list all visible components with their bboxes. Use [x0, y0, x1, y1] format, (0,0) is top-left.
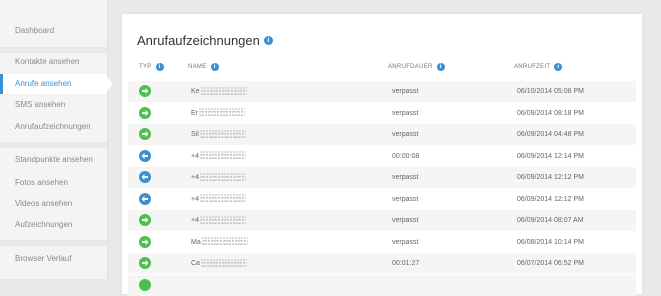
column-header-type-label: TYP	[139, 64, 152, 70]
outgoing-call-icon	[139, 85, 151, 97]
sidebar-item-sms[interactable]: SMS ansehen	[0, 95, 107, 115]
outgoing-call-icon	[139, 128, 151, 140]
sidebar-item-dashboard[interactable]: Dashboard	[0, 21, 107, 41]
column-header-time-label: ANRUFZEIT	[514, 64, 551, 70]
call-duration: verpasst	[392, 238, 419, 246]
call-duration: 00:00:08	[392, 152, 420, 160]
caller-name: +4	[191, 189, 246, 210]
caller-name-text: Er	[191, 109, 198, 117]
caller-name-text: +4	[191, 152, 199, 160]
redacted-name-mask	[199, 129, 246, 139]
redacted-name-mask	[199, 172, 246, 182]
sidebar-item-anrufe[interactable]: Anrufe ansehen	[0, 74, 113, 94]
info-icon[interactable]: i	[436, 63, 445, 71]
sidebar-item-aufzeichnungen[interactable]: Aufzeichnungen	[0, 215, 107, 235]
incoming-call-icon	[139, 192, 151, 205]
column-header-type[interactable]: TYP i	[139, 63, 164, 71]
caller-name-text: Ca	[191, 260, 200, 267]
sidebar-divider	[0, 240, 107, 246]
caller-name: +4	[191, 146, 246, 167]
redacted-name-mask	[201, 237, 248, 247]
caller-name: +4	[191, 167, 246, 188]
column-header-name[interactable]: NAME i	[188, 63, 219, 71]
table-row[interactable]: +4 verpasst 06/09/2014 12:12 PM	[128, 167, 636, 188]
column-header-time[interactable]: ANRUFZEIT i	[514, 63, 563, 71]
table-row[interactable]: Sil verpasst 06/09/2014 04:48 PM	[128, 124, 636, 145]
sidebar-item-kontakte[interactable]: Kontakte ansehen	[0, 52, 107, 72]
call-duration: verpasst	[392, 174, 419, 181]
caller-name: Ke	[191, 81, 247, 102]
call-time: 06/09/2014 12:12 PM	[517, 174, 584, 181]
column-header-duration[interactable]: ANRUFDAUER i	[388, 63, 445, 71]
outgoing-call-icon	[139, 106, 151, 119]
redacted-name-mask	[199, 215, 246, 225]
call-duration: 00:01:27	[392, 260, 420, 267]
call-time: 06/09/2014 04:48 PM	[517, 131, 584, 138]
table-row[interactable]: Ke verpasst 06/10/2014 05:08 PM	[128, 81, 636, 102]
caller-name: Sil	[191, 124, 246, 145]
table-row[interactable]: +4 00:00:08 06/09/2014 12:14 PM	[128, 146, 636, 167]
outgoing-call-icon	[139, 235, 151, 248]
call-log-panel: Anrufaufzeichnungen i TYP i NAME i ANRUFDA…	[121, 13, 643, 296]
table-row[interactable]	[128, 274, 636, 296]
caller-name: Ma	[191, 232, 248, 253]
call-time: 06/09/2014 08:18 PM	[517, 109, 584, 117]
sidebar-item-standpunkte[interactable]: Standpunkte ansehen	[0, 150, 107, 170]
sidebar-divider	[0, 142, 107, 148]
call-time: 06/09/2014 12:12 PM	[517, 195, 584, 203]
caller-name: Er	[191, 103, 245, 124]
call-duration: verpasst	[392, 131, 419, 138]
caller-name-text: Ma	[191, 238, 201, 246]
table-row[interactable]: +4 verpasst 06/09/2014 12:12 PM	[128, 189, 636, 210]
incoming-call-icon	[139, 149, 151, 162]
info-icon[interactable]: i	[155, 63, 164, 71]
call-time: 06/09/2014 08:07 AM	[517, 217, 584, 224]
info-icon[interactable]: i	[210, 63, 219, 71]
call-time: 06/09/2014 12:14 PM	[517, 152, 584, 160]
redacted-name-mask	[199, 194, 246, 204]
call-time: 06/08/2014 10:14 PM	[517, 238, 584, 246]
page-title-text: Anrufaufzeichnungen	[137, 33, 260, 48]
caller-name-text: +4	[191, 217, 199, 224]
caller-name-text: Sil	[191, 131, 199, 138]
info-icon[interactable]: i	[263, 36, 273, 45]
redacted-name-mask	[199, 108, 245, 118]
sidebar-item-browser-verlauf[interactable]: Browser Verlauf	[0, 249, 107, 269]
outgoing-call-icon	[139, 257, 151, 269]
caller-name: Ca	[191, 253, 247, 274]
page-title: Anrufaufzeichnungen i	[137, 33, 273, 48]
caller-name-text: +4	[191, 174, 199, 181]
caller-name: +4	[191, 210, 246, 231]
incoming-call-icon	[139, 171, 151, 183]
sidebar: Dashboard Kontakte ansehen Anrufe ansehe…	[0, 0, 113, 279]
call-duration: verpasst	[392, 195, 419, 203]
call-duration: verpasst	[392, 217, 419, 224]
sidebar-item-videos[interactable]: Videos ansehen	[0, 194, 107, 214]
redacted-name-mask	[200, 258, 247, 268]
table-row[interactable]: Ma verpasst 06/08/2014 10:14 PM	[128, 232, 636, 253]
table-row[interactable]: +4 verpasst 06/09/2014 08:07 AM	[128, 210, 636, 231]
call-duration: verpasst	[392, 88, 419, 95]
redacted-name-mask	[200, 86, 247, 96]
sidebar-item-anrufaufzeichnungen[interactable]: Anrufaufzeichnungen	[0, 117, 107, 137]
table-row[interactable]: Er verpasst 06/09/2014 08:18 PM	[128, 103, 636, 124]
caller-name-text: Ke	[191, 88, 200, 95]
sidebar-item-fotos[interactable]: Fotos ansehen	[0, 173, 107, 193]
outgoing-call-icon	[139, 278, 151, 291]
column-header-name-label: NAME	[188, 64, 207, 70]
table-row[interactable]: Ca 00:01:27 06/07/2014 06:52 PM	[128, 253, 636, 274]
info-icon[interactable]: i	[554, 63, 563, 71]
call-time: 06/07/2014 06:52 PM	[517, 260, 584, 267]
column-header-duration-label: ANRUFDAUER	[388, 64, 433, 70]
caller-name-text: +4	[191, 195, 199, 203]
redacted-name-mask	[199, 151, 246, 161]
outgoing-call-icon	[139, 214, 151, 226]
call-time: 06/10/2014 05:08 PM	[517, 88, 584, 95]
call-duration: verpasst	[392, 109, 419, 117]
